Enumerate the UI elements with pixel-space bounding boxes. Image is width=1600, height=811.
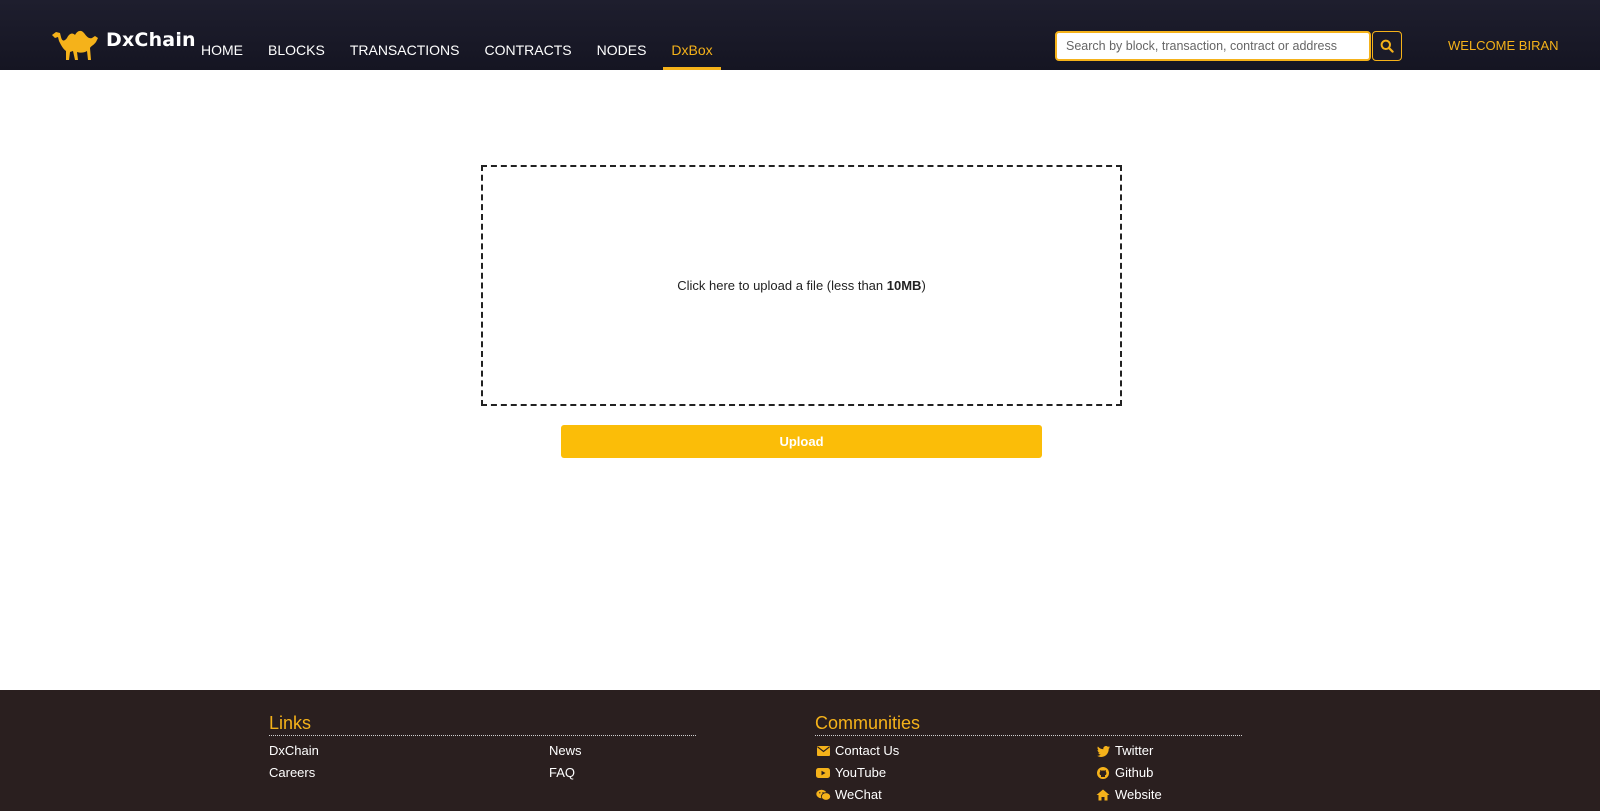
footer-link-label: Contact Us [835, 743, 900, 758]
footer-link-news[interactable]: News [549, 740, 582, 762]
footer-links-heading: Links [269, 712, 696, 736]
footer-link-label: Github [1115, 765, 1154, 780]
footer-communities-list: Contact Us YouTube WeChat Twitter Github… [815, 740, 1242, 810]
footer-link-label: WeChat [835, 787, 882, 802]
footer-link-faq[interactable]: FAQ [549, 762, 575, 784]
top-navbar: DxChain HOME BLOCKS TRANSACTIONS CONTRAC… [0, 0, 1600, 70]
envelope-icon [815, 744, 831, 758]
welcome-user[interactable]: WELCOME BIRAN [1448, 38, 1559, 53]
footer-link-github[interactable]: Github [1095, 762, 1153, 784]
github-icon [1095, 766, 1111, 780]
footer-links-list: DxChain Careers News FAQ [269, 740, 696, 810]
brand-name: DxChain [106, 29, 196, 51]
site-footer: Links DxChain Careers News FAQ Communiti… [0, 690, 1600, 811]
wechat-icon [815, 788, 831, 802]
search-input[interactable] [1055, 31, 1371, 61]
twitter-icon [1095, 744, 1111, 758]
footer-link-label: Website [1115, 787, 1162, 802]
size-limit: 10MB [886, 278, 922, 293]
footer-link-twitter[interactable]: Twitter [1095, 740, 1153, 762]
nav-home[interactable]: HOME [193, 0, 251, 70]
footer-link-youtube[interactable]: YouTube [815, 762, 886, 784]
main-nav: HOME BLOCKS TRANSACTIONS CONTRACTS NODES… [193, 0, 730, 70]
home-icon [1095, 788, 1111, 802]
footer-link-dxchain[interactable]: DxChain [269, 740, 319, 762]
footer-link-contact-us[interactable]: Contact Us [815, 740, 899, 762]
file-dropzone[interactable]: Click here to upload a file (less than 1… [481, 165, 1122, 406]
search-icon [1380, 39, 1394, 53]
youtube-icon [815, 766, 831, 780]
nav-contracts[interactable]: CONTRACTS [477, 0, 580, 70]
footer-link-careers[interactable]: Careers [269, 762, 315, 784]
footer-links: Links DxChain Careers News FAQ [269, 712, 696, 810]
nav-nodes[interactable]: NODES [589, 0, 655, 70]
footer-link-website[interactable]: Website [1095, 784, 1162, 806]
search-button[interactable] [1372, 31, 1402, 61]
footer-link-wechat[interactable]: WeChat [815, 784, 882, 806]
upload-button[interactable]: Upload [561, 425, 1042, 458]
nav-dxbox[interactable]: DxBox [663, 0, 721, 70]
prompt-suffix: ) [921, 278, 926, 293]
dropzone-prompt: Click here to upload a file (less than 1… [677, 278, 926, 293]
camel-icon [52, 30, 98, 60]
nav-transactions[interactable]: TRANSACTIONS [342, 0, 468, 70]
prompt-prefix: Click here to upload a file (less than [677, 278, 887, 293]
footer-link-label: YouTube [835, 765, 887, 780]
footer-communities: Communities Contact Us YouTube WeChat Tw… [815, 712, 1242, 810]
footer-communities-heading: Communities [815, 712, 1242, 736]
footer-link-label: Twitter [1115, 743, 1154, 758]
brand-logo[interactable]: DxChain [50, 26, 196, 62]
nav-blocks[interactable]: BLOCKS [260, 0, 333, 70]
